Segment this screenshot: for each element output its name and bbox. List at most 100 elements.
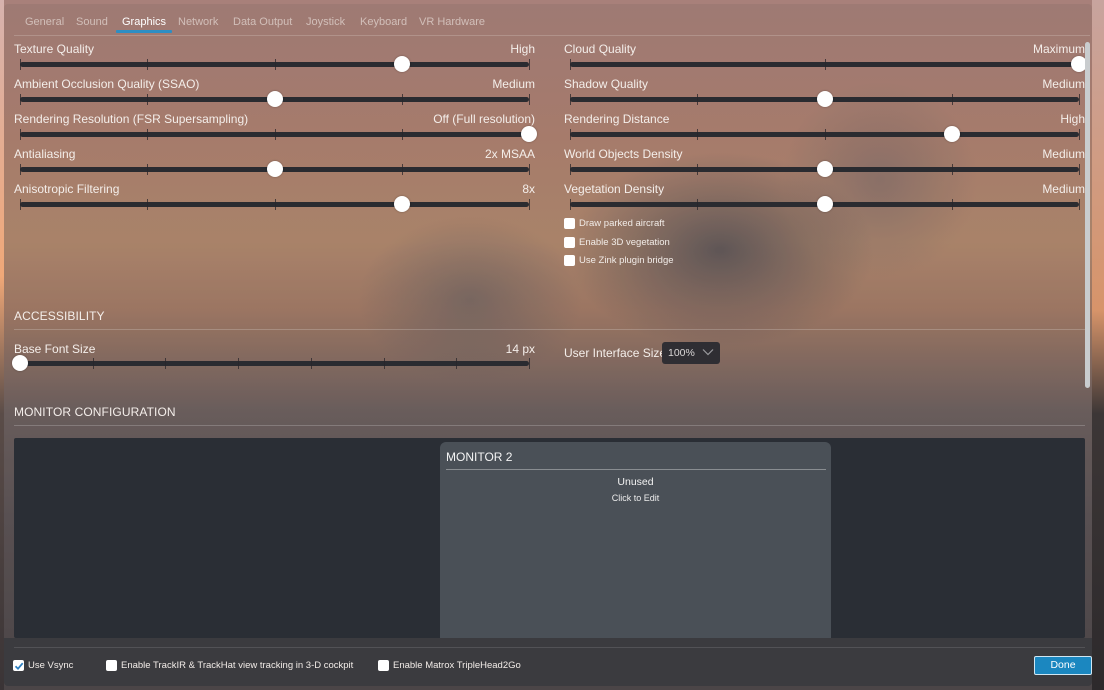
slider-tick <box>274 129 276 140</box>
slider-tick <box>20 94 21 105</box>
checkbox-box <box>378 660 389 671</box>
tab-graphics[interactable]: Graphics <box>115 16 173 33</box>
antialiasing-slider[interactable] <box>20 161 530 177</box>
anisotropic-filtering-slider[interactable] <box>20 196 530 212</box>
slider-thumb[interactable] <box>393 56 410 72</box>
setting-label: Antialiasing <box>14 147 76 161</box>
world-objects-density-slider[interactable] <box>570 161 1080 177</box>
slider-thumb[interactable] <box>816 161 833 177</box>
slider-tick <box>20 59 21 70</box>
slider-thumb[interactable] <box>12 355 28 371</box>
slider-tick <box>147 94 149 105</box>
done-button[interactable]: Done <box>1034 656 1092 675</box>
checkbox-box <box>564 218 575 229</box>
setting-base-font-size: Base Font Size 14 px <box>12 342 535 377</box>
slider-tick <box>383 358 385 369</box>
tab-sound[interactable]: Sound <box>76 16 108 32</box>
slider-tick <box>20 129 21 140</box>
slider-thumb[interactable] <box>943 126 960 142</box>
slider-tick <box>951 164 953 175</box>
setting-value: Off (Full resolution) <box>433 112 535 126</box>
shadow-quality-slider[interactable] <box>570 91 1080 107</box>
monitor-configuration-divider <box>14 425 1085 426</box>
slider-tick <box>529 164 530 175</box>
slider-thumb[interactable] <box>266 161 283 177</box>
setting-rendering-resolution: Rendering Resolution (FSR Supersampling)… <box>14 112 537 147</box>
ui-size-label: User Interface Size <box>564 346 667 360</box>
setting-label: Rendering Distance <box>564 112 670 126</box>
checkbox-label: Use Zink plugin bridge <box>579 255 674 266</box>
settings-scrollbar[interactable] <box>1085 42 1090 388</box>
slider-tick <box>147 59 149 70</box>
setting-value: Medium <box>1042 182 1085 196</box>
setting-label: Anisotropic Filtering <box>14 182 120 196</box>
checkbox-box <box>564 255 575 266</box>
tab-keyboard[interactable]: Keyboard <box>360 16 407 32</box>
tab-joystick[interactable]: Joystick <box>306 16 345 32</box>
setting-cloud-quality: Cloud Quality Maximum <box>564 42 1087 77</box>
setting-value: High <box>1060 112 1085 126</box>
enable-trackir-checkbox[interactable]: Enable TrackIR & TrackHat view tracking … <box>106 660 353 671</box>
slider-tick <box>697 164 699 175</box>
cloud-quality-slider[interactable] <box>570 56 1087 72</box>
slider-tick <box>274 59 276 70</box>
use-zink-plugin-bridge-checkbox[interactable]: Use Zink plugin bridge <box>564 255 674 266</box>
slider-tick <box>238 358 240 369</box>
slider-tick <box>1079 199 1080 210</box>
ui-size-selected: 100% <box>668 347 695 359</box>
texture-quality-slider[interactable] <box>20 56 530 72</box>
ssao-quality-slider[interactable] <box>20 91 530 107</box>
base-font-size-slider[interactable] <box>12 355 530 371</box>
slider-thumb[interactable] <box>393 196 410 212</box>
footer-divider <box>14 647 1085 648</box>
slider-tick <box>147 129 149 140</box>
accessibility-heading: ACCESSIBILITY <box>14 309 105 323</box>
checkmark-icon <box>14 662 23 670</box>
slider-tick <box>529 199 530 210</box>
slider-tick <box>951 94 953 105</box>
rendering-resolution-slider[interactable] <box>20 126 537 142</box>
setting-value: High <box>510 42 535 56</box>
slider-tick <box>697 94 699 105</box>
slider-tick <box>951 199 953 210</box>
monitor-2-card[interactable]: MONITOR 2 Unused Click to Edit <box>440 442 831 638</box>
slider-tick <box>147 199 149 210</box>
setting-value: 14 px <box>505 342 535 356</box>
slider-thumb[interactable] <box>266 91 283 107</box>
checkbox-label: Draw parked aircraft <box>579 218 665 229</box>
setting-value: 8x <box>522 182 535 196</box>
slider-track[interactable] <box>20 361 529 366</box>
setting-label: Vegetation Density <box>564 182 665 196</box>
settings-tab-bar: General Sound Graphics Network Data Outp… <box>14 14 1090 36</box>
ui-size-dropdown[interactable]: 100% <box>662 342 720 364</box>
slider-thumb[interactable] <box>521 126 537 142</box>
tab-network[interactable]: Network <box>178 16 218 32</box>
slider-thumb[interactable] <box>816 91 833 107</box>
slider-tick <box>1079 129 1080 140</box>
enable-matrox-triplehead-checkbox[interactable]: Enable Matrox TripleHead2Go <box>378 660 521 671</box>
checkbox-box <box>564 237 575 248</box>
tab-data-output[interactable]: Data Output <box>233 16 292 32</box>
slider-thumb[interactable] <box>816 196 833 212</box>
setting-label: Ambient Occlusion Quality (SSAO) <box>14 77 200 91</box>
enable-3d-vegetation-checkbox[interactable]: Enable 3D vegetation <box>564 237 670 248</box>
setting-vegetation-density: Vegetation Density Medium <box>564 182 1085 217</box>
setting-label: Shadow Quality <box>564 77 649 91</box>
slider-tick <box>1079 94 1080 105</box>
vegetation-density-slider[interactable] <box>570 196 1080 212</box>
draw-parked-aircraft-checkbox[interactable]: Draw parked aircraft <box>564 218 665 229</box>
slider-tick <box>147 164 149 175</box>
use-vsync-checkbox[interactable]: Use Vsync <box>13 660 73 671</box>
setting-label: Texture Quality <box>14 42 95 56</box>
tab-vr-hardware[interactable]: VR Hardware <box>419 16 485 32</box>
checkbox-box <box>13 660 24 671</box>
setting-value: Medium <box>1042 77 1085 91</box>
monitor-edit-hint: Click to Edit <box>611 493 660 503</box>
slider-tick <box>529 358 530 369</box>
rendering-distance-slider[interactable] <box>570 126 1080 142</box>
slider-tick <box>20 164 21 175</box>
slider-tick <box>570 199 571 210</box>
slider-tick <box>570 59 571 70</box>
setting-label: Base Font Size <box>14 342 96 356</box>
tab-general[interactable]: General <box>25 16 64 32</box>
